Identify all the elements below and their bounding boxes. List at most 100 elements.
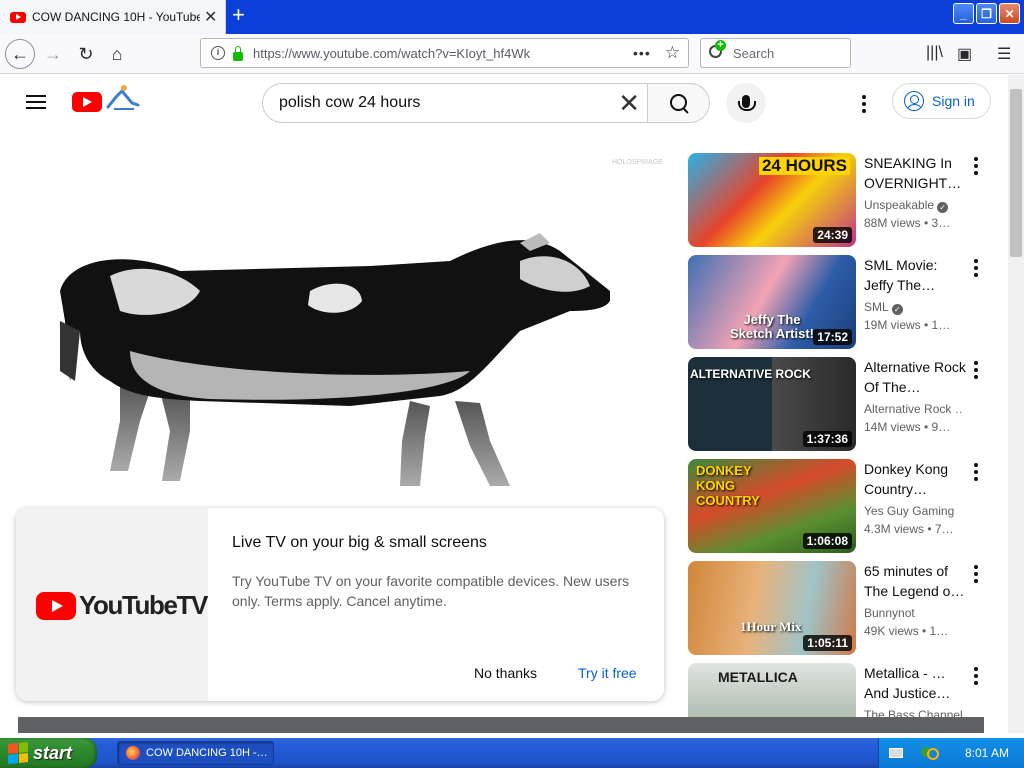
promo-logo-panel: YouTubeTV bbox=[16, 508, 208, 701]
video-thumbnail[interactable]: ALTERNATIVE ROCK 1:37:36 bbox=[688, 357, 856, 451]
voice-search-button[interactable] bbox=[726, 83, 766, 123]
url-text[interactable]: https://www.youtube.com/watch?v=KIoyt_hf… bbox=[253, 46, 633, 61]
channel-name: SML ✓ bbox=[864, 300, 964, 315]
video-actions-kebab-icon[interactable] bbox=[974, 565, 978, 583]
video-duration: 24:39 bbox=[813, 227, 852, 243]
video-thumbnail[interactable]: Jeffy The Sketch Artist! 17:52 bbox=[688, 255, 856, 349]
recommendation-item[interactable]: 1Hour Mix 1:05:11 65 minutes of The Lege… bbox=[688, 561, 998, 655]
tab-close-icon[interactable]: ✕ bbox=[204, 7, 217, 27]
video-title: 65 minutes of The Legend o… bbox=[864, 563, 965, 599]
video-duration: 1:37:36 bbox=[802, 431, 852, 447]
video-title: Donkey Kong Country… bbox=[864, 461, 949, 497]
search-icon bbox=[669, 94, 688, 112]
back-button[interactable]: ← bbox=[5, 39, 35, 69]
promo-description: Try YouTube TV on your favorite compatib… bbox=[232, 573, 630, 609]
sign-in-button[interactable]: Sign in bbox=[892, 83, 991, 119]
tab-title: COW DANCING 10H - YouTube bbox=[32, 10, 200, 24]
library-icon[interactable]: |||\ bbox=[926, 44, 943, 62]
thumbnail-overlay-text: Jeffy The Sketch Artist! bbox=[729, 312, 815, 341]
video-meta: 88M views • 3… bbox=[864, 216, 951, 230]
maximize-button[interactable]: ❐ bbox=[976, 3, 997, 24]
firefox-icon bbox=[126, 746, 140, 760]
video-thumbnail[interactable]: DONKEY KONG COUNTRY 1:06:08 bbox=[688, 459, 856, 553]
search-query[interactable]: polish cow 24 hours bbox=[279, 94, 618, 112]
thumbnail-overlay-text: 1Hour Mix bbox=[740, 619, 802, 634]
browser-tab-strip: COW DANCING 10H - YouTube ✕ + _ ❐ ✕ bbox=[0, 0, 1024, 34]
video-title: Metallica - …And Justice… bbox=[864, 665, 951, 701]
sidebar-icon[interactable]: ▣ bbox=[957, 44, 972, 64]
system-tray: 8:01 AM bbox=[878, 738, 1024, 768]
video-actions-kebab-icon[interactable] bbox=[974, 463, 978, 481]
horizontal-scrollbar[interactable] bbox=[18, 717, 984, 733]
video-title: SML Movie: Jeffy The… bbox=[864, 257, 938, 293]
verified-icon: ✓ bbox=[891, 304, 903, 315]
channel-name: Alternative Rock … bbox=[864, 402, 964, 416]
bookmark-star-icon[interactable]: ☆ bbox=[665, 43, 680, 63]
youtube-page: polish cow 24 hours ✕ Sign in HOLOSPIRAG… bbox=[0, 75, 1008, 733]
browser-tab[interactable]: COW DANCING 10H - YouTube ✕ bbox=[0, 0, 226, 34]
youtube-tv-logo: YouTubeTV bbox=[36, 590, 208, 621]
minimize-button[interactable]: _ bbox=[953, 3, 974, 24]
start-label: start bbox=[33, 742, 73, 763]
forward-button[interactable]: → bbox=[38, 39, 68, 69]
youtube-tv-logo-text: YouTubeTV bbox=[79, 590, 208, 620]
microphone-icon bbox=[738, 94, 756, 111]
channel-name: Bunnynot bbox=[864, 606, 915, 620]
keyboard-icon[interactable] bbox=[889, 748, 903, 758]
vertical-scrollbar[interactable] bbox=[1008, 75, 1024, 733]
video-actions-kebab-icon[interactable] bbox=[974, 361, 978, 379]
site-info-icon[interactable]: i bbox=[211, 46, 225, 60]
video-actions-kebab-icon[interactable] bbox=[974, 667, 978, 685]
video-duration: 1:06:08 bbox=[802, 533, 852, 549]
video-meta: 19M views • 1… bbox=[864, 318, 951, 332]
network-icon[interactable] bbox=[921, 745, 939, 761]
screen: COW DANCING 10H - YouTube ✕ + _ ❐ ✕ ← → … bbox=[0, 0, 1024, 768]
video-duration: 1:05:11 bbox=[803, 635, 852, 651]
youtube-favicon-icon bbox=[10, 11, 26, 23]
window-controls: _ ❐ ✕ bbox=[953, 3, 1020, 24]
reload-button[interactable]: ↻ bbox=[71, 39, 101, 69]
windows-flag-icon bbox=[8, 741, 28, 765]
recommendation-item[interactable]: Jeffy The Sketch Artist! 17:52 SML Movie… bbox=[688, 255, 998, 349]
youtube-search-input[interactable]: polish cow 24 hours ✕ bbox=[262, 83, 648, 123]
settings-kebab-icon[interactable] bbox=[862, 95, 866, 113]
video-actions-kebab-icon[interactable] bbox=[974, 259, 978, 277]
thumbnail-overlay-text: 24 HOURS bbox=[758, 157, 850, 175]
page-actions-icon[interactable]: ••• bbox=[633, 45, 651, 61]
search-engine-icon bbox=[709, 40, 726, 61]
video-thumbnail[interactable]: 1Hour Mix 1:05:11 bbox=[688, 561, 856, 655]
browser-search-box[interactable]: Search bbox=[700, 38, 851, 68]
youtube-logo-icon[interactable] bbox=[72, 92, 102, 112]
account-icon bbox=[904, 91, 924, 111]
recommendation-item[interactable]: ALTERNATIVE ROCK 1:37:36 Alternative Roc… bbox=[688, 357, 998, 451]
youtube-play-icon bbox=[36, 591, 76, 620]
menu-icon[interactable]: ☰ bbox=[997, 44, 1011, 64]
clock[interactable]: 8:01 AM bbox=[965, 746, 1009, 760]
recommendation-item[interactable]: DONKEY KONG COUNTRY 1:06:08 Donkey Kong … bbox=[688, 459, 998, 553]
no-thanks-button[interactable]: No thanks bbox=[474, 665, 537, 681]
search-placeholder: Search bbox=[733, 45, 775, 61]
browser-toolbar: ← → ↻ ⌂ i https://www.youtube.com/watch?… bbox=[0, 34, 1024, 74]
taskbar-window-button[interactable]: COW DANCING 10H -… bbox=[117, 741, 274, 765]
start-button[interactable]: start bbox=[0, 738, 97, 768]
lock-icon[interactable] bbox=[233, 45, 243, 61]
home-button[interactable]: ⌂ bbox=[102, 39, 132, 69]
video-actions-kebab-icon[interactable] bbox=[974, 157, 978, 175]
close-window-button[interactable]: ✕ bbox=[999, 3, 1020, 24]
guide-menu-icon[interactable] bbox=[26, 95, 46, 109]
youtube-tv-promo: YouTubeTV Live TV on your big & small sc… bbox=[16, 508, 664, 701]
thumbnail-overlay-text: ALTERNATIVE ROCK bbox=[690, 367, 811, 381]
clear-search-icon[interactable]: ✕ bbox=[618, 88, 640, 119]
new-tab-button[interactable]: + bbox=[232, 4, 245, 26]
channel-name: Unspeakable ✓ bbox=[864, 198, 964, 213]
search-button[interactable] bbox=[647, 83, 710, 123]
video-duration: 17:52 bbox=[813, 329, 852, 345]
video-thumbnail[interactable]: 24 HOURS 24:39 bbox=[688, 153, 856, 247]
recommendation-item[interactable]: 24 HOURS 24:39 SNEAKING In OVERNIGHT… Un… bbox=[688, 153, 998, 247]
promo-title: Live TV on your big & small screens bbox=[232, 534, 487, 551]
url-bar[interactable]: i https://www.youtube.com/watch?v=KIoyt_… bbox=[200, 38, 689, 68]
scrollbar-thumb[interactable] bbox=[1010, 89, 1022, 257]
video-meta: 4.3M views • 7… bbox=[864, 522, 954, 536]
try-it-free-button[interactable]: Try it free bbox=[578, 665, 637, 681]
doodle-figure-icon[interactable] bbox=[104, 83, 140, 113]
